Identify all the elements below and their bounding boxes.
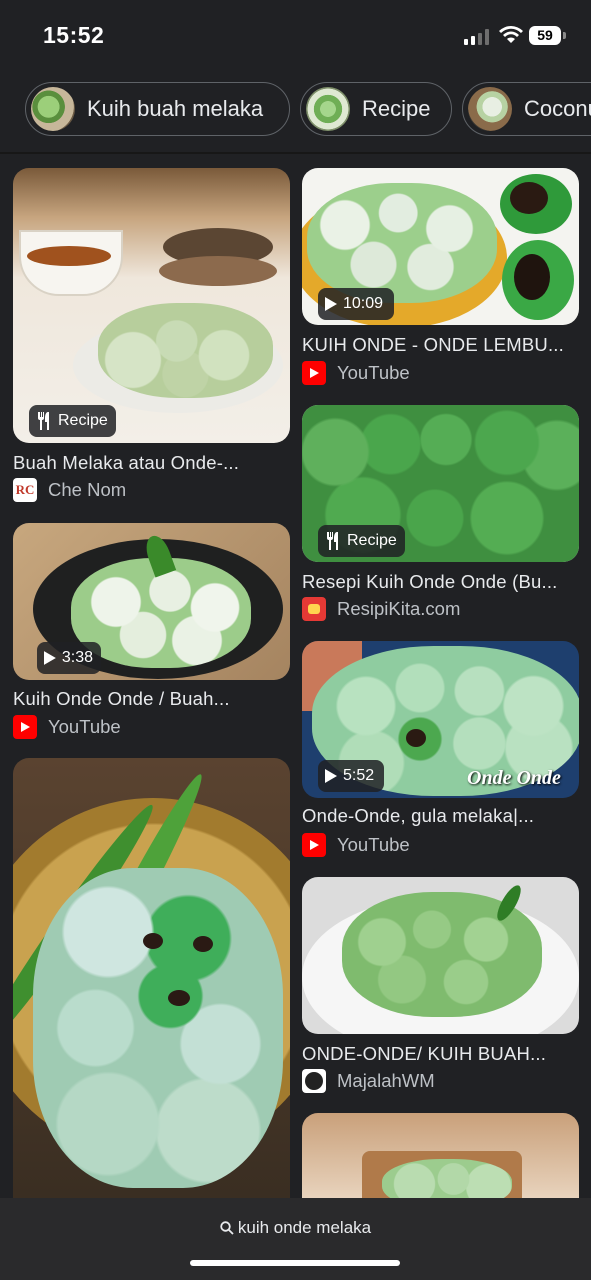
search-query-text: kuih onde melaka [237, 1218, 372, 1237]
badge-label: Recipe [58, 412, 108, 429]
chips-divider [0, 152, 591, 154]
result-card[interactable]: 3:38 Kuih Onde Onde / Buah... YouTube [13, 523, 290, 743]
suggestion-chips: Kuih buah melaka Recipe Coconut [0, 82, 591, 140]
image-overlay-text: Onde Onde [467, 767, 561, 789]
battery-tip [563, 32, 566, 39]
resipikita-logo [302, 597, 326, 621]
status-time: 15:52 [43, 22, 105, 48]
result-image[interactable]: 3:38 [13, 523, 290, 680]
badge-label: 3:38 [61, 649, 93, 666]
result-title[interactable]: Resepi Kuih Onde Onde (Bu... [302, 571, 558, 593]
result-image[interactable] [13, 758, 290, 1198]
result-card[interactable] [13, 758, 290, 1198]
video-duration-badge: 10:09 [318, 288, 394, 320]
youtube-icon [302, 361, 326, 385]
source-name: YouTube [48, 716, 121, 737]
home-indicator[interactable] [190, 1260, 400, 1266]
wifi-icon [499, 26, 523, 43]
result-source[interactable]: RC Che Nom [13, 478, 126, 502]
play-icon [325, 769, 337, 783]
result-image[interactable]: Recipe [302, 405, 579, 562]
source-name: MajalahWM [337, 1070, 435, 1091]
result-image[interactable]: Recipe [13, 168, 290, 443]
utensils-icon [327, 532, 338, 550]
result-card[interactable]: ONDE-ONDE/ KUIH BUAH... MajalahWM [302, 877, 579, 1099]
result-card[interactable]: Recipe Buah Melaka atau Onde-... RC Che … [13, 168, 290, 508]
badge-label: Recipe [347, 532, 397, 549]
majalahwm-logo [302, 1069, 326, 1093]
chip-label: Recipe [362, 96, 431, 121]
result-card[interactable]: Onde Onde 5:52 Onde-Onde, gula melaka|..… [302, 641, 579, 863]
result-image[interactable] [302, 877, 579, 1034]
recipe-badge: Recipe [318, 525, 405, 557]
search-icon [220, 1221, 234, 1235]
cellular-signal-icon [464, 29, 492, 45]
result-image[interactable]: 10:09 [302, 168, 579, 325]
source-name: ResipiKita.com [337, 598, 461, 619]
result-title[interactable]: KUIH ONDE - ONDE LEMBU... [302, 334, 564, 356]
battery-icon: 59 [529, 26, 561, 45]
result-card[interactable] [302, 1113, 579, 1198]
badge-label: 10:09 [343, 295, 384, 312]
chip-label: Kuih buah melaka [87, 96, 264, 121]
result-source[interactable]: ResipiKita.com [302, 597, 460, 621]
result-source[interactable]: YouTube [302, 361, 410, 385]
source-name: Che Nom [48, 479, 127, 500]
chip-thumbnail [468, 87, 512, 131]
utensils-icon [38, 412, 49, 430]
play-icon [325, 297, 337, 311]
source-name: YouTube [337, 834, 410, 855]
play-icon [44, 651, 56, 665]
result-source[interactable]: YouTube [302, 833, 410, 857]
result-card[interactable]: 10:09 KUIH ONDE - ONDE LEMBU... YouTube [302, 168, 579, 390]
result-title[interactable]: Onde-Onde, gula melaka|... [302, 805, 534, 827]
chip-kuih-buah-melaka[interactable]: Kuih buah melaka [25, 82, 290, 136]
result-source[interactable]: YouTube [13, 715, 121, 739]
status-bar: 15:52 59 [0, 0, 591, 70]
result-image[interactable]: Onde Onde 5:52 [302, 641, 579, 798]
result-source[interactable]: MajalahWM [302, 1069, 435, 1093]
result-title[interactable]: Kuih Onde Onde / Buah... [13, 688, 230, 710]
result-title[interactable]: Buah Melaka atau Onde-... [13, 452, 239, 474]
chip-coconut[interactable]: Coconut [462, 82, 591, 136]
result-title[interactable]: ONDE-ONDE/ KUIH BUAH... [302, 1043, 546, 1065]
chip-thumbnail [306, 87, 350, 131]
chip-recipe[interactable]: Recipe [300, 82, 452, 136]
video-duration-badge: 3:38 [37, 642, 101, 674]
result-image[interactable] [302, 1113, 579, 1198]
source-name: YouTube [337, 362, 410, 383]
youtube-icon [302, 833, 326, 857]
chip-label: Coconut [524, 96, 591, 121]
bottom-search-bar[interactable]: kuih onde melaka [0, 1198, 591, 1280]
recipe-badge: Recipe [29, 405, 116, 437]
youtube-icon [13, 715, 37, 739]
result-card[interactable]: Recipe Resepi Kuih Onde Onde (Bu... Resi… [302, 405, 579, 627]
chip-thumbnail [31, 87, 75, 131]
che-nom-logo: RC [13, 478, 37, 502]
video-duration-badge: 5:52 [318, 760, 384, 792]
search-query[interactable]: kuih onde melaka [0, 1218, 591, 1238]
badge-label: 5:52 [343, 767, 375, 784]
